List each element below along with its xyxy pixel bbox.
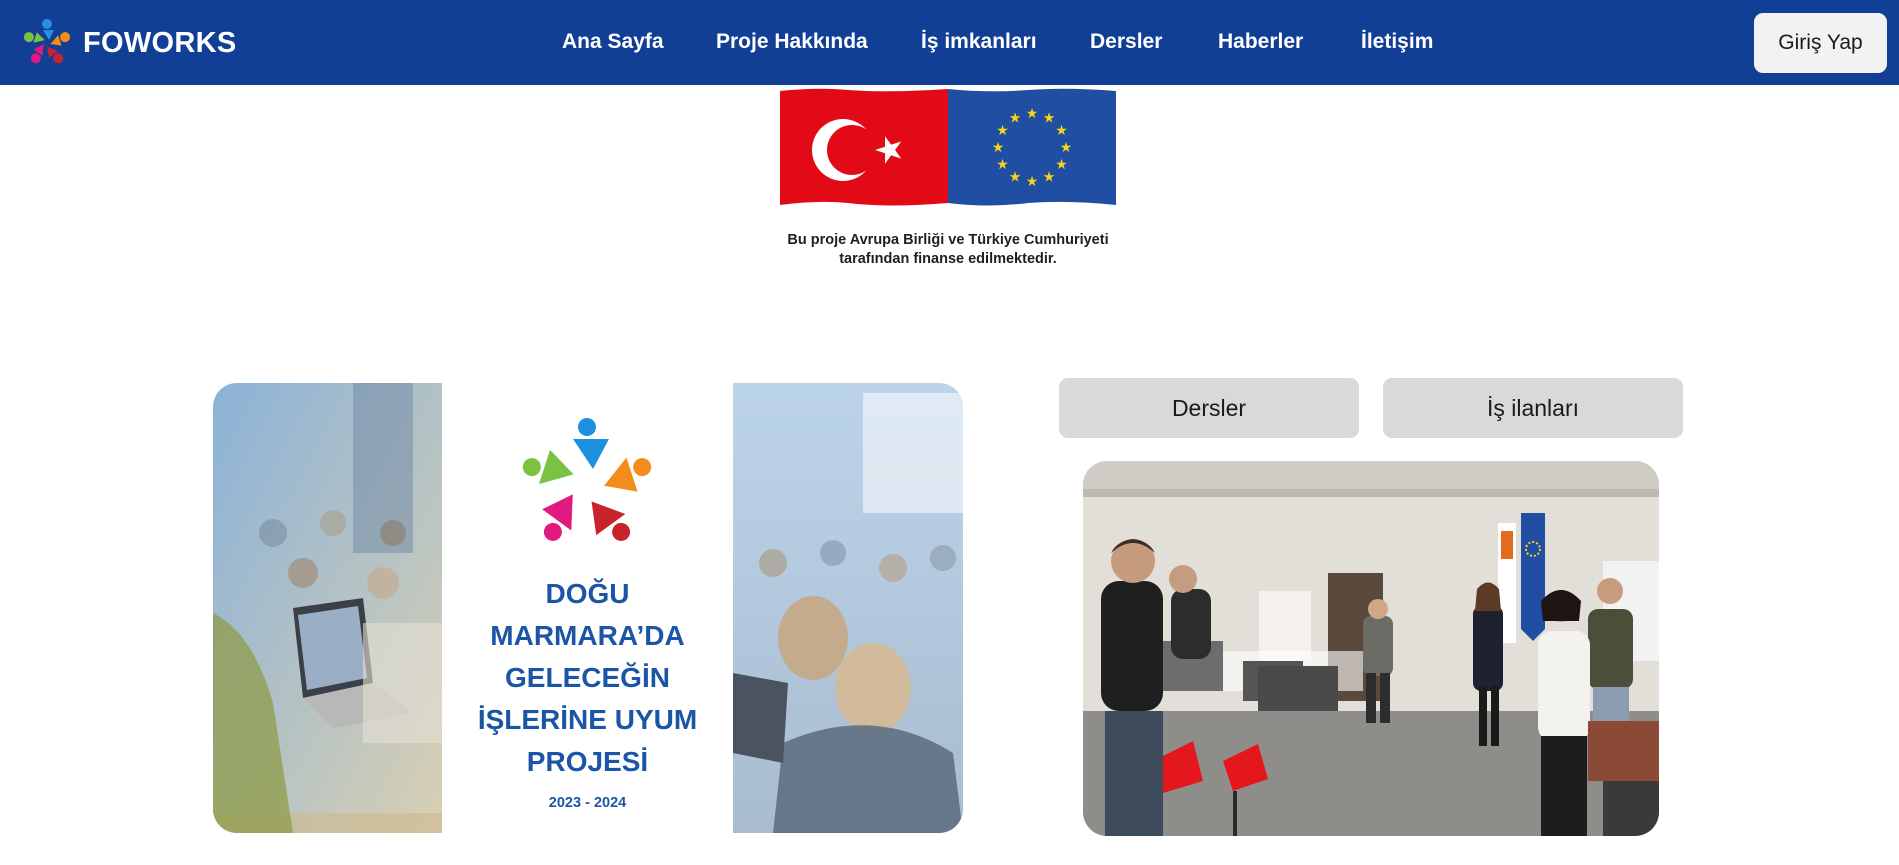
tab-is-ilanlari[interactable]: İş ilanları — [1383, 378, 1683, 438]
svg-text:★: ★ — [1026, 174, 1039, 190]
project-title-panel: DOĞU MARMARA’DA GELECEĞİN İŞLERİNE UYUM … — [442, 383, 733, 833]
svg-text:★: ★ — [992, 140, 1005, 156]
svg-text:★: ★ — [1009, 170, 1022, 186]
project-title: DOĞU MARMARA’DA GELECEĞİN İŞLERİNE UYUM … — [442, 573, 733, 783]
project-title-line: PROJESİ — [526, 746, 649, 777]
nav-is-imkanlari[interactable]: İş imkanları — [921, 30, 1037, 54]
project-title-line: MARMARA’DA — [490, 620, 685, 651]
funding-note: Bu proje Avrupa Birliği ve Türkiye Cumhu… — [760, 231, 1136, 269]
funding-note-line2: tarafından finanse edilmektedir. — [839, 251, 1057, 267]
project-title-line: GELECEĞİN — [505, 662, 670, 693]
nav-dersler[interactable]: Dersler — [1090, 30, 1162, 54]
classroom-photo-right — [733, 383, 963, 833]
classroom-visit-photo — [1083, 461, 1659, 836]
nav-proje-hakkinda[interactable]: Proje Hakkında — [716, 30, 868, 54]
nav-haberler[interactable]: Haberler — [1218, 30, 1303, 54]
classroom-photo-left — [213, 383, 442, 833]
svg-text:★: ★ — [1026, 106, 1039, 122]
nav-iletisim[interactable]: İletişim — [1361, 30, 1433, 54]
svg-text:★: ★ — [1055, 157, 1068, 173]
project-banner: DOĞU MARMARA’DA GELECEĞİN İŞLERİNE UYUM … — [213, 383, 963, 833]
top-navbar: FOWORKS Ana Sayfa Proje Hakkında İş imka… — [0, 0, 1899, 85]
svg-text:★: ★ — [1043, 170, 1056, 186]
login-button[interactable]: Giriş Yap — [1754, 13, 1887, 73]
project-title-line: DOĞU — [545, 578, 630, 609]
svg-text:★: ★ — [1055, 123, 1068, 139]
svg-text:★: ★ — [996, 157, 1009, 173]
project-title-line: İŞLERİNE UYUM — [477, 704, 698, 735]
svg-text:★: ★ — [1009, 111, 1022, 127]
svg-text:★: ★ — [1060, 140, 1073, 156]
project-logo-icon — [522, 418, 652, 541]
nav-ana-sayfa[interactable]: Ana Sayfa — [562, 30, 664, 54]
main-navigation: Ana Sayfa Proje Hakkında İş imkanları De… — [0, 0, 1899, 85]
svg-text:★: ★ — [996, 123, 1009, 139]
project-years: 2023 - 2024 — [548, 795, 627, 811]
funding-note-line1: Bu proje Avrupa Birliği ve Türkiye Cumhu… — [787, 232, 1109, 248]
svg-text:★: ★ — [1043, 111, 1056, 127]
tab-dersler[interactable]: Dersler — [1059, 378, 1359, 438]
